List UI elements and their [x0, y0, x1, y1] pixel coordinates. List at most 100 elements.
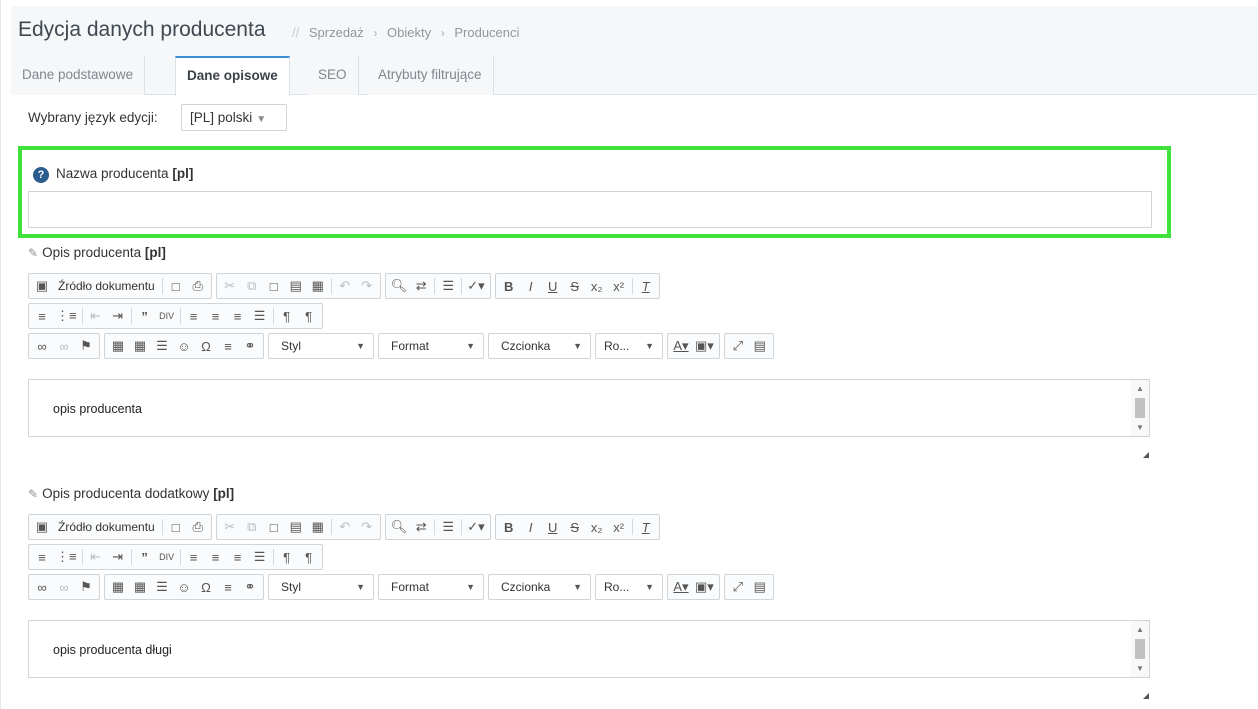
format-combo[interactable]: Format ▼	[378, 574, 484, 600]
style-combo[interactable]: Styl ▼	[268, 333, 374, 359]
iframe-globe-icon[interactable]: ⚭	[239, 335, 261, 357]
special-char-icon[interactable]: Ω	[195, 576, 217, 598]
source-document-button[interactable]: Źródło dokumentu	[53, 275, 160, 297]
page-break-icon[interactable]: ≡	[217, 576, 239, 598]
source-document-button[interactable]: Źródło dokumentu	[53, 516, 160, 538]
breadcrumb-item-producers[interactable]: Producenci	[454, 25, 519, 40]
format-combo[interactable]: Format ▼	[378, 333, 484, 359]
scroll-down-icon[interactable]: ▼	[1135, 664, 1145, 673]
italic-icon[interactable]: I	[520, 275, 542, 297]
tab-filter-attributes[interactable]: Atrybuty filtrujące	[367, 56, 494, 95]
iframe-globe-icon[interactable]: ⚭	[239, 576, 261, 598]
tab-descriptive-data[interactable]: Dane opisowe	[175, 56, 290, 96]
cut-icon[interactable]: ✂	[219, 516, 241, 538]
text-direction-rtl-icon[interactable]: ¶	[298, 305, 320, 327]
text-direction-ltr-icon[interactable]: ¶	[276, 305, 298, 327]
image-icon[interactable]: ▦	[107, 576, 129, 598]
paste-text-icon[interactable]: ▤	[285, 516, 307, 538]
align-center-icon[interactable]: ≡	[205, 546, 227, 568]
breadcrumb-item-objects[interactable]: Obiekty	[387, 25, 431, 40]
blockquote-icon[interactable]: ”	[134, 305, 156, 327]
subscript-icon[interactable]: x₂	[586, 516, 608, 538]
find-icon[interactable]: 🔍︎	[388, 275, 411, 297]
language-select[interactable]: [PL] polski ▼	[181, 104, 287, 131]
bold-icon[interactable]: B	[498, 275, 520, 297]
table-icon[interactable]: ▦	[129, 576, 151, 598]
indent-icon[interactable]: ⇥	[107, 305, 129, 327]
replace-icon[interactable]: ⇄	[410, 275, 432, 297]
page-break-icon[interactable]: ≡	[217, 335, 239, 357]
paste-icon[interactable]: □	[263, 275, 285, 297]
cut-icon[interactable]: ✂	[219, 275, 241, 297]
bold-icon[interactable]: B	[498, 516, 520, 538]
div-container-icon[interactable]: DIV	[156, 546, 178, 568]
font-size-combo[interactable]: Ro... ▼	[595, 333, 663, 359]
numbered-list-icon[interactable]: ≡	[31, 546, 53, 568]
text-color-icon[interactable]: A▾	[670, 576, 692, 598]
redo-icon[interactable]: ↷	[356, 275, 378, 297]
paste-icon[interactable]: □	[263, 516, 285, 538]
text-color-icon[interactable]: A▾	[670, 335, 692, 357]
align-justify-icon[interactable]: ☰	[249, 305, 271, 327]
div-container-icon[interactable]: DIV	[156, 305, 178, 327]
background-color-icon[interactable]: ▣▾	[692, 335, 717, 357]
align-right-icon[interactable]: ≡	[227, 546, 249, 568]
unlink-icon[interactable]: ∞	[53, 576, 75, 598]
scroll-thumb[interactable]	[1135, 398, 1145, 418]
remove-format-icon[interactable]: T	[635, 275, 657, 297]
text-direction-rtl-icon[interactable]: ¶	[298, 546, 320, 568]
background-color-icon[interactable]: ▣▾	[692, 576, 717, 598]
spellcheck-icon[interactable]: ✓▾	[464, 275, 487, 297]
table-icon[interactable]: ▦	[129, 335, 151, 357]
breadcrumb-item-sales[interactable]: Sprzedaż	[309, 25, 364, 40]
producer-name-input[interactable]	[28, 191, 1152, 228]
print-icon[interactable]: ⎙	[187, 275, 209, 297]
link-icon[interactable]: ∞	[31, 576, 53, 598]
outdent-icon[interactable]: ⇤	[85, 546, 107, 568]
remove-format-icon[interactable]: T	[635, 516, 657, 538]
underline-icon[interactable]: U	[542, 275, 564, 297]
align-center-icon[interactable]: ≡	[205, 305, 227, 327]
maximize-icon[interactable]: ⤢	[727, 576, 749, 598]
text-direction-ltr-icon[interactable]: ¶	[276, 546, 298, 568]
paste-text-icon[interactable]: ▤	[285, 275, 307, 297]
maximize-icon[interactable]: ⤢	[727, 335, 749, 357]
scroll-up-icon[interactable]: ▲	[1135, 384, 1145, 393]
image-icon[interactable]: ▦	[107, 335, 129, 357]
tab-basic-data[interactable]: Dane podstawowe	[11, 56, 146, 95]
superscript-icon[interactable]: x²	[608, 516, 630, 538]
undo-icon[interactable]: ↶	[334, 516, 356, 538]
scroll-up-icon[interactable]: ▲	[1135, 625, 1145, 634]
align-right-icon[interactable]: ≡	[227, 305, 249, 327]
new-page-icon[interactable]: □	[165, 275, 187, 297]
resize-handle-icon[interactable]	[1143, 452, 1149, 458]
print-icon[interactable]: ⎙	[187, 516, 209, 538]
unlink-icon[interactable]: ∞	[53, 335, 75, 357]
editor-content-text[interactable]: opis producenta długi	[53, 643, 172, 657]
subscript-icon[interactable]: x₂	[586, 275, 608, 297]
bulleted-list-icon[interactable]: ⋮≡	[53, 546, 80, 568]
select-all-icon[interactable]: ☰	[437, 516, 459, 538]
smiley-icon[interactable]: ☺	[173, 335, 195, 357]
font-combo[interactable]: Czcionka ▼	[488, 574, 591, 600]
new-page-icon[interactable]: □	[165, 516, 187, 538]
show-blocks-icon[interactable]: ▤	[749, 335, 771, 357]
strikethrough-icon[interactable]: S	[564, 275, 586, 297]
link-icon[interactable]: ∞	[31, 335, 53, 357]
underline-icon[interactable]: U	[542, 516, 564, 538]
smiley-icon[interactable]: ☺	[173, 576, 195, 598]
font-combo[interactable]: Czcionka ▼	[488, 333, 591, 359]
editor-scrollbar[interactable]: ▲ ▼	[1131, 621, 1149, 677]
font-size-combo[interactable]: Ro... ▼	[595, 574, 663, 600]
replace-icon[interactable]: ⇄	[410, 516, 432, 538]
select-all-icon[interactable]: ☰	[437, 275, 459, 297]
blockquote-icon[interactable]: ”	[134, 546, 156, 568]
anchor-flag-icon[interactable]: ⚑	[75, 576, 97, 598]
copy-icon[interactable]: ⧉	[241, 516, 263, 538]
align-left-icon[interactable]: ≡	[183, 546, 205, 568]
special-char-icon[interactable]: Ω	[195, 335, 217, 357]
anchor-flag-icon[interactable]: ⚑	[75, 335, 97, 357]
align-left-icon[interactable]: ≡	[183, 305, 205, 327]
editor-content-text[interactable]: opis producenta	[53, 402, 142, 416]
show-blocks-icon[interactable]: ▤	[749, 576, 771, 598]
